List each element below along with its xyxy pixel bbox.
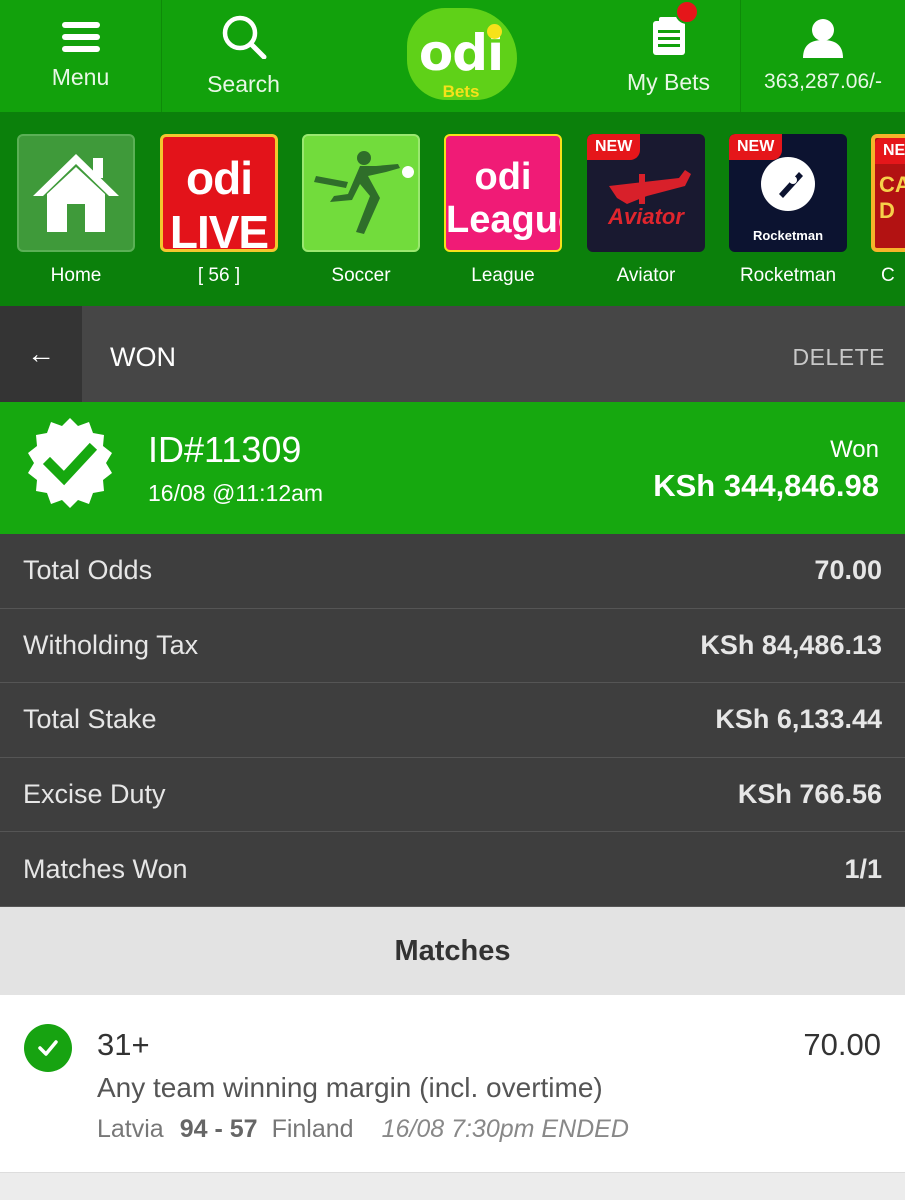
game-label-league: League <box>471 265 535 286</box>
aviator-tile: Aviator NEW <box>587 134 705 252</box>
matches-section-title: Matches <box>0 907 905 995</box>
summary-row-total-odds: Total Odds 70.00 <box>0 534 905 609</box>
verified-check-icon <box>28 418 112 508</box>
my-bets-label: My Bets <box>626 68 711 95</box>
search-icon <box>222 15 266 59</box>
summary-row-excise-duty: Excise Duty KSh 766.56 <box>0 757 905 833</box>
account-balance: 363,287.06/- <box>764 70 882 93</box>
casino-tile-text: CA D <box>879 172 905 223</box>
summary-row-withholding-tax: Witholding Tax KSh 84,486.13 <box>0 608 905 684</box>
game-rocketman[interactable]: Rocketman NEW Rocketman <box>729 134 847 287</box>
game-label-casino: C <box>881 265 895 286</box>
game-aviator[interactable]: Aviator NEW Aviator <box>587 134 705 287</box>
back-button[interactable]: ← <box>0 306 82 402</box>
home-tile <box>17 134 135 252</box>
notification-dot <box>675 0 699 24</box>
live-tile: odi LIVE <box>160 134 278 252</box>
match-score: 94 - 57 <box>179 1115 258 1143</box>
odibets-logo: odi Bets <box>399 4 523 108</box>
live-tile-text: odi LIVE <box>169 152 269 252</box>
casino-tile: CA D NEW <box>871 134 905 252</box>
logo-subtext: Bets <box>442 82 480 101</box>
game-live[interactable]: odi LIVE [ 56 ] <box>160 134 278 287</box>
game-home[interactable]: Home <box>17 134 135 287</box>
match-won-icon <box>24 1024 72 1072</box>
match-pick: 31+ <box>97 1027 150 1062</box>
bet-status: Won <box>830 436 879 463</box>
won-amount: KSh 344,846.98 <box>653 468 879 503</box>
bet-detail-header: ← WON DELETE <box>0 306 905 402</box>
game-league[interactable]: odi League League <box>444 134 562 287</box>
league-tile: odi League <box>444 134 562 252</box>
soccer-tile <box>302 134 420 252</box>
game-label-live: [ 56 ] <box>197 265 241 286</box>
summary-value: 1/1 <box>844 853 882 884</box>
game-label-soccer: Soccer <box>331 265 391 286</box>
summary-label: Total Stake <box>23 704 157 735</box>
hamburger-icon <box>61 21 100 52</box>
soccer-player-icon <box>314 151 414 234</box>
summary-value: KSh 84,486.13 <box>700 629 882 660</box>
menu-button[interactable]: Menu <box>0 0 162 112</box>
summary-value: KSh 766.56 <box>737 779 882 810</box>
my-bets-button[interactable]: My Bets <box>597 0 741 112</box>
aviator-tile-text: Aviator <box>608 204 684 229</box>
rocketman-tile: Rocketman NEW <box>729 134 847 252</box>
new-badge: NEW <box>875 138 905 164</box>
match-meta: Latvia 94 - 57 Finland 16/08 7:30pm ENDED <box>97 1115 629 1144</box>
search-button[interactable]: Search <box>162 0 325 112</box>
top-nav: Menu Search odi Bets My Bets 363,287.06/… <box>0 0 905 112</box>
summary-value: 70.00 <box>814 555 882 586</box>
summary-label: Excise Duty <box>23 779 166 810</box>
match-market: Any team winning margin (incl. overtime) <box>97 1072 603 1103</box>
summary-label: Matches Won <box>23 853 188 884</box>
search-label: Search <box>207 70 280 97</box>
match-item[interactable]: 31+ 70.00 Any team winning margin (incl.… <box>0 995 905 1173</box>
bet-summary-table: Total Odds 70.00 Witholding Tax KSh 84,4… <box>0 534 905 907</box>
new-badge: NEW <box>729 134 783 160</box>
match-odds: 70.00 <box>803 1027 881 1062</box>
summary-value: KSh 6,133.44 <box>715 704 882 735</box>
games-strip: Home odi LIVE [ 56 ] Soccer odi League L… <box>0 112 905 306</box>
league-tile-text: odi League <box>446 156 560 241</box>
back-arrow-icon: ← <box>27 338 55 369</box>
match-status: 16/08 7:30pm ENDED <box>381 1115 629 1143</box>
game-label-aviator: Aviator <box>616 265 676 286</box>
summary-row-matches-won: Matches Won 1/1 <box>0 832 905 907</box>
rocketman-tile-text: Rocketman <box>752 228 824 243</box>
home-team: Latvia <box>97 1115 164 1143</box>
logo-link[interactable]: odi Bets <box>325 0 597 112</box>
game-casino[interactable]: CA D NEW C <box>871 134 905 287</box>
summary-label: Witholding Tax <box>23 629 199 660</box>
summary-label: Total Odds <box>23 555 153 586</box>
menu-label: Menu <box>51 63 110 90</box>
game-soccer[interactable]: Soccer <box>302 134 420 287</box>
bet-date: 16/08 @11:12am <box>148 480 324 506</box>
away-team: Finland <box>271 1115 354 1143</box>
game-label-rocketman: Rocketman <box>739 265 837 286</box>
account-button[interactable]: 363,287.06/- <box>741 0 905 112</box>
summary-row-total-stake: Total Stake KSh 6,133.44 <box>0 683 905 758</box>
game-label-home: Home <box>50 265 102 286</box>
bet-id: ID#11309 <box>148 429 302 470</box>
home-icon <box>33 154 119 232</box>
page-title: WON <box>110 342 176 372</box>
bet-summary-header: ID#11309 16/08 @11:12am Won KSh 344,846.… <box>0 402 905 534</box>
logo-text: odi <box>418 24 504 82</box>
user-icon <box>803 19 843 58</box>
delete-button[interactable]: DELETE <box>793 344 885 371</box>
new-badge: NEW <box>587 134 641 160</box>
